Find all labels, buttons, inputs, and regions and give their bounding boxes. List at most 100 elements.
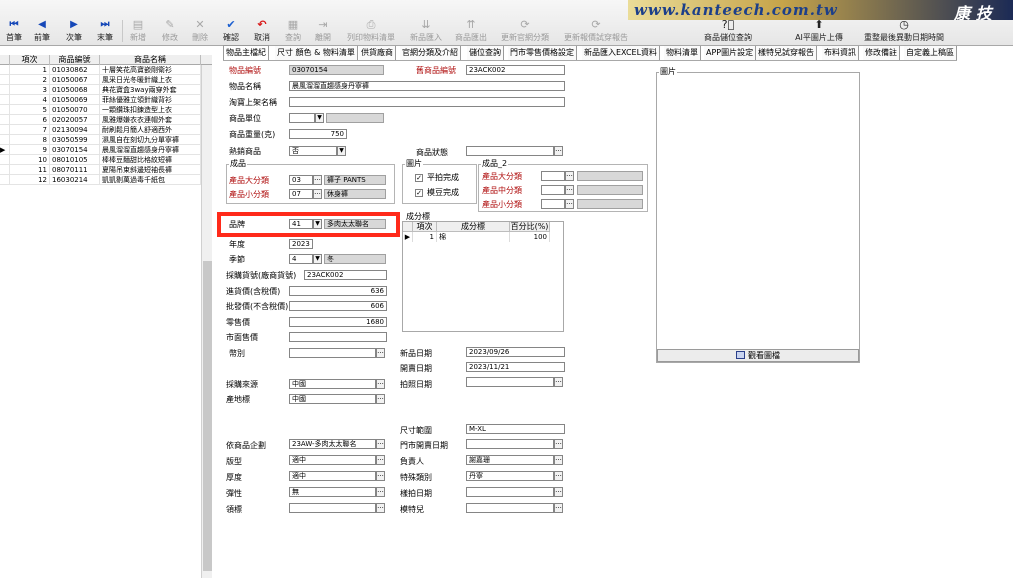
- tab-storage-query[interactable]: 儲位查詢: [467, 46, 504, 60]
- cell-no[interactable]: 4: [10, 95, 50, 105]
- table-row[interactable]: 2 01050067 風采日光冬暖針織上衣: [0, 75, 212, 85]
- market-price-field[interactable]: [289, 332, 387, 342]
- tab-edit-notes[interactable]: 修改備註: [863, 46, 900, 60]
- cell-no[interactable]: 7: [10, 125, 50, 135]
- cell-no[interactable]: 6: [10, 115, 50, 125]
- cell-no[interactable]: 8: [10, 135, 50, 145]
- comp-header-no[interactable]: 項次: [413, 222, 437, 232]
- planner-lookup[interactable]: ...: [376, 439, 385, 449]
- cell-name[interactable]: 一顆鑽珠扣鍊造型上衣: [100, 105, 201, 115]
- table-row[interactable]: 8 03050599 濕風自在刻切九分單寧褲: [0, 135, 212, 145]
- purchase-no-field[interactable]: 23ACK002: [304, 270, 387, 280]
- cell-code[interactable]: 08010105: [50, 155, 100, 165]
- collar-lookup[interactable]: ...: [376, 503, 385, 513]
- row-marker[interactable]: ▶: [0, 145, 10, 155]
- owner-lookup[interactable]: ...: [554, 455, 563, 465]
- confirm-button[interactable]: ✔ 確認: [219, 18, 243, 44]
- store-date-lookup[interactable]: ...: [554, 439, 563, 449]
- cell-no[interactable]: 5: [10, 105, 50, 115]
- import-new-button[interactable]: ⇊ 新品匯入: [407, 18, 445, 44]
- tab-fabric-info[interactable]: 布料資訊: [822, 46, 859, 60]
- print-bom-button[interactable]: ⎙ 列印物料清單: [342, 18, 400, 44]
- cell-name[interactable]: 風雅爆嫌衣衣連帽外套: [100, 115, 201, 125]
- cat2-minor-code[interactable]: [541, 199, 565, 209]
- cell-code[interactable]: 01050068: [50, 85, 100, 95]
- row-marker[interactable]: [0, 95, 10, 105]
- ai-image-upload-button[interactable]: ⬆ AI平圖片上傳: [792, 18, 846, 44]
- first-record-button[interactable]: ⏮ 首筆: [2, 18, 26, 44]
- hot-item-select[interactable]: 否: [289, 146, 337, 156]
- tab-web-category[interactable]: 官網分類及介紹: [400, 46, 461, 60]
- thickness-lookup[interactable]: ...: [376, 471, 385, 481]
- status-lookup-button[interactable]: ...: [554, 146, 563, 156]
- origin-field[interactable]: 中國: [289, 394, 376, 404]
- cell-no[interactable]: 11: [10, 165, 50, 175]
- cost-field[interactable]: 636: [289, 286, 387, 296]
- table-row[interactable]: 5 01050070 一顆鑽珠扣鍊造型上衣: [0, 105, 212, 115]
- tab-custom-area[interactable]: 自定義上稿區: [904, 46, 957, 60]
- comp-header-material[interactable]: 成分標: [437, 222, 510, 232]
- cell-name[interactable]: 夏陽吊束斜邊短袖長褲: [100, 165, 201, 175]
- row-marker[interactable]: [0, 115, 10, 125]
- new-button[interactable]: ▤ 新增: [126, 18, 150, 44]
- season-dropdown-arrow[interactable]: ▼: [313, 254, 322, 264]
- model-shot-checkbox[interactable]: ✓: [415, 189, 423, 197]
- sample-date-field[interactable]: [466, 487, 554, 497]
- cell-code[interactable]: 01030862: [50, 65, 100, 75]
- cell-no[interactable]: 10: [10, 155, 50, 165]
- model-field[interactable]: [466, 503, 554, 513]
- season-code[interactable]: 4: [289, 254, 313, 264]
- table-row[interactable]: 4 01050069 菲絲優雅立領針織背衫: [0, 95, 212, 105]
- retail-field[interactable]: 1680: [289, 317, 387, 327]
- update-report-button[interactable]: ⟳ 更新報價試穿報告: [558, 18, 634, 44]
- model-lookup[interactable]: ...: [554, 503, 563, 513]
- major-category-lookup[interactable]: ...: [313, 175, 322, 185]
- item-name-field[interactable]: 晨風溜溜直趨感身丹寧褲: [289, 81, 565, 91]
- old-code-field[interactable]: 23ACK002: [466, 65, 565, 75]
- cancel-button[interactable]: ↶ 取消: [250, 18, 274, 44]
- table-row[interactable]: 3 01050068 典花寶盒3way兩穿外套: [0, 85, 212, 95]
- photo-date-lookup[interactable]: ...: [554, 377, 563, 387]
- refresh-timestamp-button[interactable]: ◷ 重整最後異動日期時間: [862, 18, 946, 44]
- tab-excel-import[interactable]: 新品匯入EXCEL資料: [582, 46, 661, 60]
- owner-field[interactable]: 謝嘉珊: [466, 455, 554, 465]
- fit-lookup[interactable]: ...: [376, 455, 385, 465]
- table-row[interactable]: 7 02130094 耐刷鬆月簡人舒適西外: [0, 125, 212, 135]
- last-record-button[interactable]: ⏭ 末筆: [93, 18, 117, 44]
- fit-field[interactable]: 適中: [289, 455, 376, 465]
- tab-app-image[interactable]: APP圖片設定: [704, 46, 757, 60]
- major-category-code[interactable]: 03: [289, 175, 313, 185]
- tab-store-price[interactable]: 門市零售價格設定: [508, 46, 577, 60]
- cell-name[interactable]: 風采日光冬暖針織上衣: [100, 75, 201, 85]
- cell-no[interactable]: 1: [10, 65, 50, 75]
- flat-shot-checkbox[interactable]: ✓: [415, 174, 423, 182]
- comp-row-pct[interactable]: 100: [510, 232, 550, 242]
- row-marker[interactable]: [0, 165, 10, 175]
- grid-vertical-scrollbar[interactable]: [201, 65, 212, 578]
- table-row[interactable]: 10 08010105 棒棒豆麵甜比格紋短褲: [0, 155, 212, 165]
- next-record-button[interactable]: ▶ 次筆: [62, 18, 86, 44]
- weight-field[interactable]: 750: [289, 129, 347, 139]
- row-marker[interactable]: [0, 105, 10, 115]
- cat2-minor-lookup[interactable]: ...: [565, 199, 574, 209]
- col-header-name[interactable]: 商品名稱: [100, 55, 201, 65]
- comp-row-no[interactable]: 1: [413, 232, 437, 242]
- cell-name[interactable]: 凱凱剔萬過毒千紙包: [100, 175, 201, 185]
- tab-size-color-bom[interactable]: 尺寸 顏色 & 物料清單: [275, 46, 358, 60]
- currency-lookup[interactable]: ...: [376, 348, 385, 358]
- unit-field[interactable]: [289, 113, 315, 123]
- cell-name[interactable]: 典花寶盒3way兩穿外套: [100, 85, 201, 95]
- edit-button[interactable]: ✎ 修改: [158, 18, 182, 44]
- tab-model-report[interactable]: 樣特兒試穿報告: [756, 46, 817, 60]
- unit-dropdown-arrow[interactable]: ▼: [315, 113, 324, 123]
- cell-name[interactable]: 晨風溜溜直趨感身丹寧褲: [100, 145, 201, 155]
- row-marker[interactable]: [0, 175, 10, 185]
- cell-name[interactable]: 濕風自在刻切九分單寧褲: [100, 135, 201, 145]
- delete-button[interactable]: ✕ 刪除: [188, 18, 212, 44]
- cell-code[interactable]: 01050069: [50, 95, 100, 105]
- new-date-field[interactable]: 2023/09/26: [466, 347, 565, 357]
- prev-record-button[interactable]: ◀ 前筆: [30, 18, 54, 44]
- special-lookup[interactable]: ...: [554, 471, 563, 481]
- collar-field[interactable]: [289, 503, 376, 513]
- cell-code[interactable]: 03050599: [50, 135, 100, 145]
